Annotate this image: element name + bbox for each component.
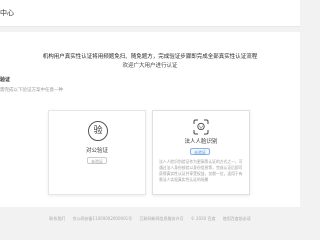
footer: 联系我们 京公网安备11000002000001号 互联网新闻信息服务许可 © … xyxy=(0,215,300,222)
section-tip: 需完成以下验证方案中任意一种 xyxy=(0,88,63,93)
corporate-verification-card[interactable]: 验 对公验证 未验证 xyxy=(48,110,146,195)
verify-badge-icon: 验 xyxy=(88,121,108,141)
top-bar: 中心 xyxy=(0,0,300,27)
notice-line-1: 机构用户真实性认证将用频题免扫、随免题方，完成验证步骤即完成全部真实性认证流程 xyxy=(42,54,258,60)
corporate-status-tag: 未验证 xyxy=(87,157,107,164)
footer-icp: 京公网安备11000002000001号 xyxy=(72,216,133,221)
face-verify-button[interactable]: 去验证 xyxy=(190,148,210,155)
notice-text: 机构用户真实性认证将用频题免扫、随免题方，完成验证步骤即完成全部真实性认证流程 … xyxy=(0,53,300,71)
section-label: 验证 xyxy=(0,77,11,83)
footer-terms-link[interactable]: 使用百度前必读 xyxy=(223,216,251,221)
page-title: 中心 xyxy=(0,9,14,17)
notice-line-2: 欢迎广大用户进行认证 xyxy=(122,63,178,69)
corporate-verification-title: 对公验证 xyxy=(85,148,108,154)
face-recognition-card[interactable]: 法人人脸识别 去验证 法人人脸识别验证作为更高等认证的方式之一，可通过法人身份核… xyxy=(152,110,250,195)
face-recognition-description: 法人人脸识别验证作为更高等认证的方式之一，可通过法人身份核验以身份信息等，完成认… xyxy=(159,159,243,182)
main-panel: 机构用户真实性认证将用频题免扫、随免题方，完成验证步骤即完成全部真实性认证流程 … xyxy=(0,32,300,207)
footer-license-link[interactable]: 互联网新闻信息服务许可 xyxy=(139,216,183,221)
footer-copyright: © 2020 百度 xyxy=(190,216,216,221)
footer-contact-link[interactable]: 联系我们 xyxy=(49,216,65,221)
face-scan-icon xyxy=(193,119,209,135)
face-recognition-title: 法人人脸识别 xyxy=(184,139,218,145)
